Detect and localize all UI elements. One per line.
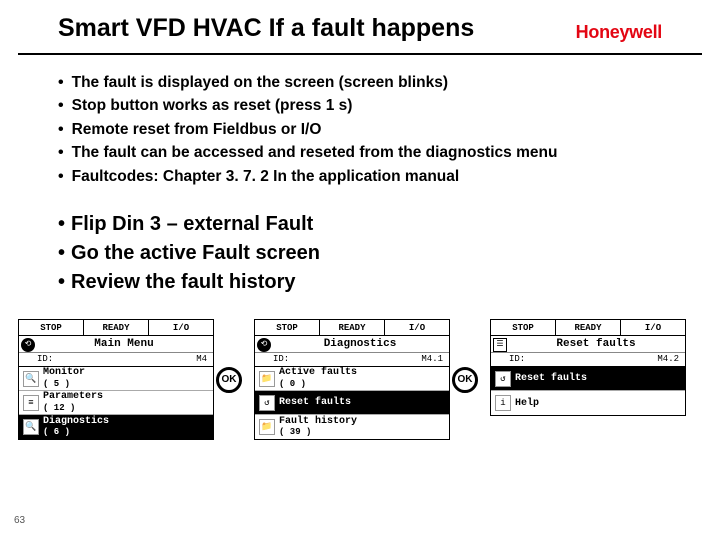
status-ready: READY xyxy=(84,320,149,335)
id-value: M4 xyxy=(196,354,207,364)
id-value: M4.1 xyxy=(421,354,443,364)
header: Smart VFD HVAC If a fault happens Honeyw… xyxy=(18,0,702,55)
id-row: ID: M4.1 xyxy=(255,352,449,367)
id-label: ID: xyxy=(273,354,289,364)
status-ready: READY xyxy=(320,320,385,335)
action-item: Go the active Fault screen xyxy=(58,239,678,268)
id-label: ID: xyxy=(37,354,53,364)
menu-label: Reset faults xyxy=(515,373,587,384)
menu-label: Active faults xyxy=(279,367,357,378)
panel-title: Main Menu xyxy=(35,336,213,352)
status-stop: STOP xyxy=(491,320,556,335)
folder-icon: 📁 xyxy=(259,371,275,387)
menu-count: ( 5 ) xyxy=(43,379,70,389)
menu-item-diagnostics[interactable]: 🔍 Diagnostics( 6 ) xyxy=(19,415,213,439)
bullet-item: Faultcodes: Chapter 3. 7. 2 In the appli… xyxy=(58,165,678,188)
panel-title: Reset faults xyxy=(507,336,685,352)
menu-item-monitor[interactable]: 🔍 Monitor( 5 ) xyxy=(19,367,213,391)
panel-main-menu: STOP READY I/O ⟲ Main Menu ID: M4 🔍 Moni… xyxy=(18,319,214,440)
status-io: I/O xyxy=(385,320,449,335)
status-bar: STOP READY I/O xyxy=(255,320,449,336)
menu-item-reset-faults[interactable]: ↺ Reset faults xyxy=(255,391,449,415)
status-stop: STOP xyxy=(19,320,84,335)
menu-label: Help xyxy=(515,398,539,409)
status-ready: READY xyxy=(556,320,621,335)
menu-label: Monitor xyxy=(43,367,85,378)
id-row: ID: M4.2 xyxy=(491,352,685,367)
action-item: Review the fault history xyxy=(58,268,678,297)
parameters-icon: ≡ xyxy=(23,395,39,411)
menu-label: Parameters xyxy=(43,391,103,402)
ok-button[interactable]: OK xyxy=(216,367,242,393)
status-stop: STOP xyxy=(255,320,320,335)
menu-count: ( 0 ) xyxy=(279,379,306,389)
id-value: M4.2 xyxy=(657,354,679,364)
reset-icon: ↺ xyxy=(259,395,275,411)
folder-icon: 📁 xyxy=(259,419,275,435)
info-icon: i xyxy=(495,395,511,411)
menu-item-parameters[interactable]: ≡ Parameters( 12 ) xyxy=(19,391,213,415)
ok-button[interactable]: OK xyxy=(452,367,478,393)
brand-logo: Honeywell xyxy=(576,22,662,43)
action-bullets: Flip Din 3 – external Fault Go the activ… xyxy=(58,210,678,297)
menu-item-fault-history[interactable]: 📁 Fault history( 39 ) xyxy=(255,415,449,439)
rotation-icon: ⟲ xyxy=(21,338,35,352)
reset-icon: ↺ xyxy=(495,371,511,387)
panel-group-1: STOP READY I/O ⟲ Main Menu ID: M4 🔍 Moni… xyxy=(18,319,242,440)
panel-diagnostics: STOP READY I/O ⟲ Diagnostics ID: M4.1 📁 … xyxy=(254,319,450,440)
status-io: I/O xyxy=(621,320,685,335)
menu-label: Fault history xyxy=(279,416,357,427)
panel-group-2: STOP READY I/O ⟲ Diagnostics ID: M4.1 📁 … xyxy=(254,319,478,440)
id-row: ID: M4 xyxy=(19,352,213,367)
menu-count: ( 39 ) xyxy=(279,427,311,437)
status-bar: STOP READY I/O xyxy=(491,320,685,336)
page-number: 63 xyxy=(14,515,25,526)
action-item: Flip Din 3 – external Fault xyxy=(58,210,678,239)
panel-title: Diagnostics xyxy=(271,336,449,352)
hmi-screens: STOP READY I/O ⟲ Main Menu ID: M4 🔍 Moni… xyxy=(0,297,720,440)
content: The fault is displayed on the screen (sc… xyxy=(0,55,720,297)
menu-item-help[interactable]: i Help xyxy=(491,391,685,415)
bullet-item: The fault can be accessed and reseted fr… xyxy=(58,141,678,164)
menu-count: ( 12 ) xyxy=(43,403,75,413)
menu-item-active-faults[interactable]: 📁 Active faults( 0 ) xyxy=(255,367,449,391)
page-title: Smart VFD HVAC If a fault happens xyxy=(58,14,474,43)
menu-label: Reset faults xyxy=(279,397,351,408)
panel-group-3: STOP READY I/O ☰ Reset faults ID: M4.2 ↺… xyxy=(490,319,686,416)
status-bar: STOP READY I/O xyxy=(19,320,213,336)
monitor-icon: 🔍 xyxy=(23,371,39,387)
menu-item-reset-faults[interactable]: ↺ Reset faults xyxy=(491,367,685,391)
diagnostics-icon: 🔍 xyxy=(23,419,39,435)
panel-reset-faults: STOP READY I/O ☰ Reset faults ID: M4.2 ↺… xyxy=(490,319,686,416)
bullet-item: Stop button works as reset (press 1 s) xyxy=(58,94,678,117)
id-label: ID: xyxy=(509,354,525,364)
bullet-item: Remote reset from Fieldbus or I/O xyxy=(58,118,678,141)
bullet-item: The fault is displayed on the screen (sc… xyxy=(58,71,678,94)
menu-count: ( 6 ) xyxy=(43,427,70,437)
back-icon: ☰ xyxy=(493,338,507,352)
status-io: I/O xyxy=(149,320,213,335)
info-bullets: The fault is displayed on the screen (sc… xyxy=(58,71,678,188)
menu-label: Diagnostics xyxy=(43,416,109,427)
rotation-icon: ⟲ xyxy=(257,338,271,352)
